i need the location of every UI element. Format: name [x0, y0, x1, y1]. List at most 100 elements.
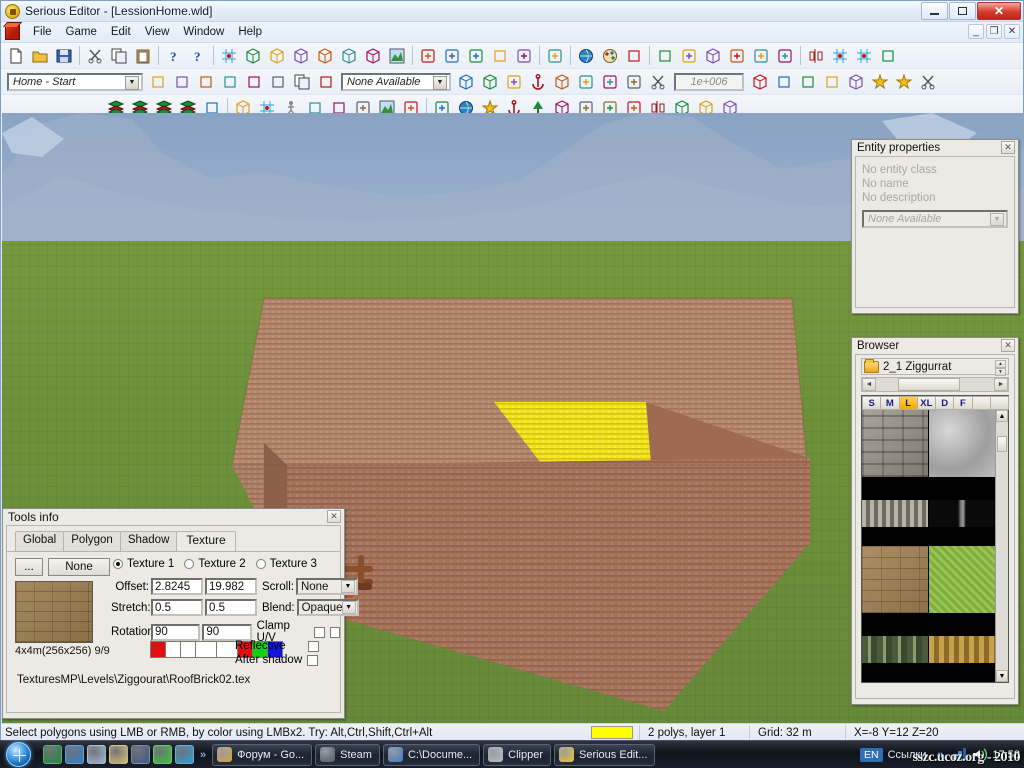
menu-item-help[interactable]: Help [231, 24, 269, 40]
overflow-chevron-icon[interactable]: » [200, 749, 206, 761]
menu-item-window[interactable]: Window [176, 24, 231, 40]
tab-global[interactable]: Global [15, 531, 65, 551]
taskbar-clock[interactable]: 17:58 [992, 749, 1020, 761]
world-icon[interactable] [575, 45, 597, 67]
entity-mode-icon[interactable] [362, 45, 384, 67]
chevron-down-icon[interactable]: ▼ [990, 213, 1004, 226]
scroll-thumb[interactable] [898, 378, 960, 391]
radio-texture-1-icon[interactable] [113, 559, 123, 569]
browser-folder-row[interactable]: 2_1 Ziggurrat ▲ ▼ [861, 358, 1009, 376]
mdi-minimize-button[interactable]: _ [968, 24, 984, 39]
brush-prev-icon[interactable] [455, 71, 477, 93]
texture-3-icon[interactable] [219, 71, 241, 93]
browser-size-s[interactable]: S [862, 396, 882, 410]
tools-info-close-button[interactable]: ✕ [327, 510, 341, 523]
align-icon[interactable] [575, 71, 597, 93]
texture-apply-icon[interactable] [315, 71, 337, 93]
spinner-up-icon[interactable]: ▲ [995, 360, 1006, 368]
notepad-icon[interactable] [109, 745, 128, 764]
ornament-trim-texture[interactable] [862, 478, 928, 545]
texture-browser-icon[interactable] [623, 45, 645, 67]
tray-links-label[interactable]: Ссылки [888, 749, 927, 761]
stone-wall-texture[interactable] [862, 410, 928, 477]
csg-add-icon[interactable] [417, 45, 439, 67]
vertex-mode-icon[interactable] [242, 45, 264, 67]
rotation-u-input[interactable]: 90 [151, 623, 201, 641]
rotation-v-input[interactable]: 90 [202, 623, 252, 641]
mirror-icon[interactable] [805, 45, 827, 67]
view-flat-icon[interactable] [678, 45, 700, 67]
taskbar-button[interactable]: Clipper [483, 743, 551, 766]
mdi-close-button[interactable]: ✕ [1004, 24, 1020, 39]
reflective-checkbox[interactable] [307, 640, 319, 652]
light-add-icon[interactable] [821, 71, 843, 93]
scroll-right-button[interactable]: ► [994, 378, 1008, 391]
new-file-icon[interactable] [5, 45, 27, 67]
chevron-down-icon[interactable]: ▼ [125, 75, 139, 90]
taskbar-button[interactable]: Steam [315, 743, 380, 766]
brush-mode-icon[interactable] [338, 45, 360, 67]
texture-copy-icon[interactable] [291, 71, 313, 93]
paste-icon[interactable] [132, 45, 154, 67]
browser-size-f[interactable]: F [953, 396, 973, 410]
box-spark-icon[interactable] [893, 71, 915, 93]
screenshot-icon[interactable] [489, 45, 511, 67]
menu-item-file[interactable]: File [26, 24, 59, 40]
save-file-icon[interactable] [53, 45, 75, 67]
cube-tool-icon[interactable] [551, 71, 573, 93]
mdi-restore-button[interactable]: ❐ [986, 24, 1002, 39]
scroll-left-button[interactable]: ◄ [862, 378, 876, 391]
texture-random-icon[interactable] [267, 71, 289, 93]
tab-shadow[interactable]: Shadow [119, 531, 178, 551]
color-swatch-3[interactable] [195, 641, 217, 658]
box-light-icon[interactable] [845, 71, 867, 93]
render-icon[interactable] [513, 45, 535, 67]
blend-dropdown[interactable]: Opaque ▼ [296, 599, 359, 616]
palette-icon[interactable] [599, 45, 621, 67]
layer-icon[interactable] [503, 71, 525, 93]
clamp-v-checkbox[interactable] [329, 626, 340, 638]
scissors2-icon[interactable] [647, 71, 669, 93]
quantity-input[interactable]: 1e+006 [674, 72, 744, 91]
csg-tool-icon[interactable] [441, 45, 463, 67]
entity-place-icon[interactable] [749, 71, 771, 93]
plane-icon[interactable] [599, 71, 621, 93]
browser-size-m[interactable]: M [880, 396, 900, 410]
chevron-down-icon[interactable]: ▼ [340, 580, 355, 593]
edge-mode-icon[interactable] [266, 45, 288, 67]
browse-texture-button[interactable]: ... [15, 558, 43, 576]
browser-horizontal-scrollbar[interactable]: ◄ ► [861, 377, 1009, 392]
terrain-mode-icon[interactable] [386, 45, 408, 67]
entity-properties-close-button[interactable]: ✕ [1001, 141, 1015, 154]
show-desktop-icon[interactable] [131, 745, 150, 764]
start-button[interactable] [1, 742, 35, 768]
entity-class-combo[interactable]: None Available ▼ [862, 210, 1008, 228]
radio-texture-2-icon[interactable] [184, 559, 195, 569]
scroll-down-button[interactable]: ▼ [996, 670, 1008, 682]
menu-item-game[interactable]: Game [59, 24, 104, 40]
copy-icon[interactable] [108, 45, 130, 67]
minimize-button[interactable] [921, 2, 948, 20]
flower-icon[interactable] [153, 745, 172, 764]
tab-polygon[interactable]: Polygon [63, 531, 121, 551]
browser-folder-spinner[interactable]: ▲ ▼ [995, 360, 1006, 376]
browser-size-xl[interactable]: XL [916, 396, 936, 410]
polygon-mode-icon[interactable] [290, 45, 312, 67]
cut-tool-icon[interactable] [917, 71, 939, 93]
view-wire-icon[interactable] [654, 45, 676, 67]
texture-clear-icon[interactable] [243, 71, 265, 93]
vertical-scroll-thumb[interactable] [997, 436, 1007, 452]
radio-texture-2[interactable]: Texture 2 [184, 558, 246, 570]
snap-grid-icon[interactable] [829, 45, 851, 67]
none-available-combo[interactable]: None Available ▼ [341, 72, 451, 91]
gray-marble-texture[interactable] [929, 410, 995, 477]
network-icon[interactable] [952, 748, 967, 761]
shadow-calc-icon[interactable] [544, 45, 566, 67]
scroll-dropdown[interactable]: None ▼ [295, 578, 358, 595]
dark-pillar-texture[interactable] [929, 478, 995, 545]
clear-texture-button[interactable]: None [48, 558, 110, 576]
skype-icon[interactable] [175, 745, 194, 764]
open-file-icon[interactable] [29, 45, 51, 67]
grid-mode-icon[interactable] [218, 45, 240, 67]
utorrent-icon[interactable] [43, 745, 62, 764]
